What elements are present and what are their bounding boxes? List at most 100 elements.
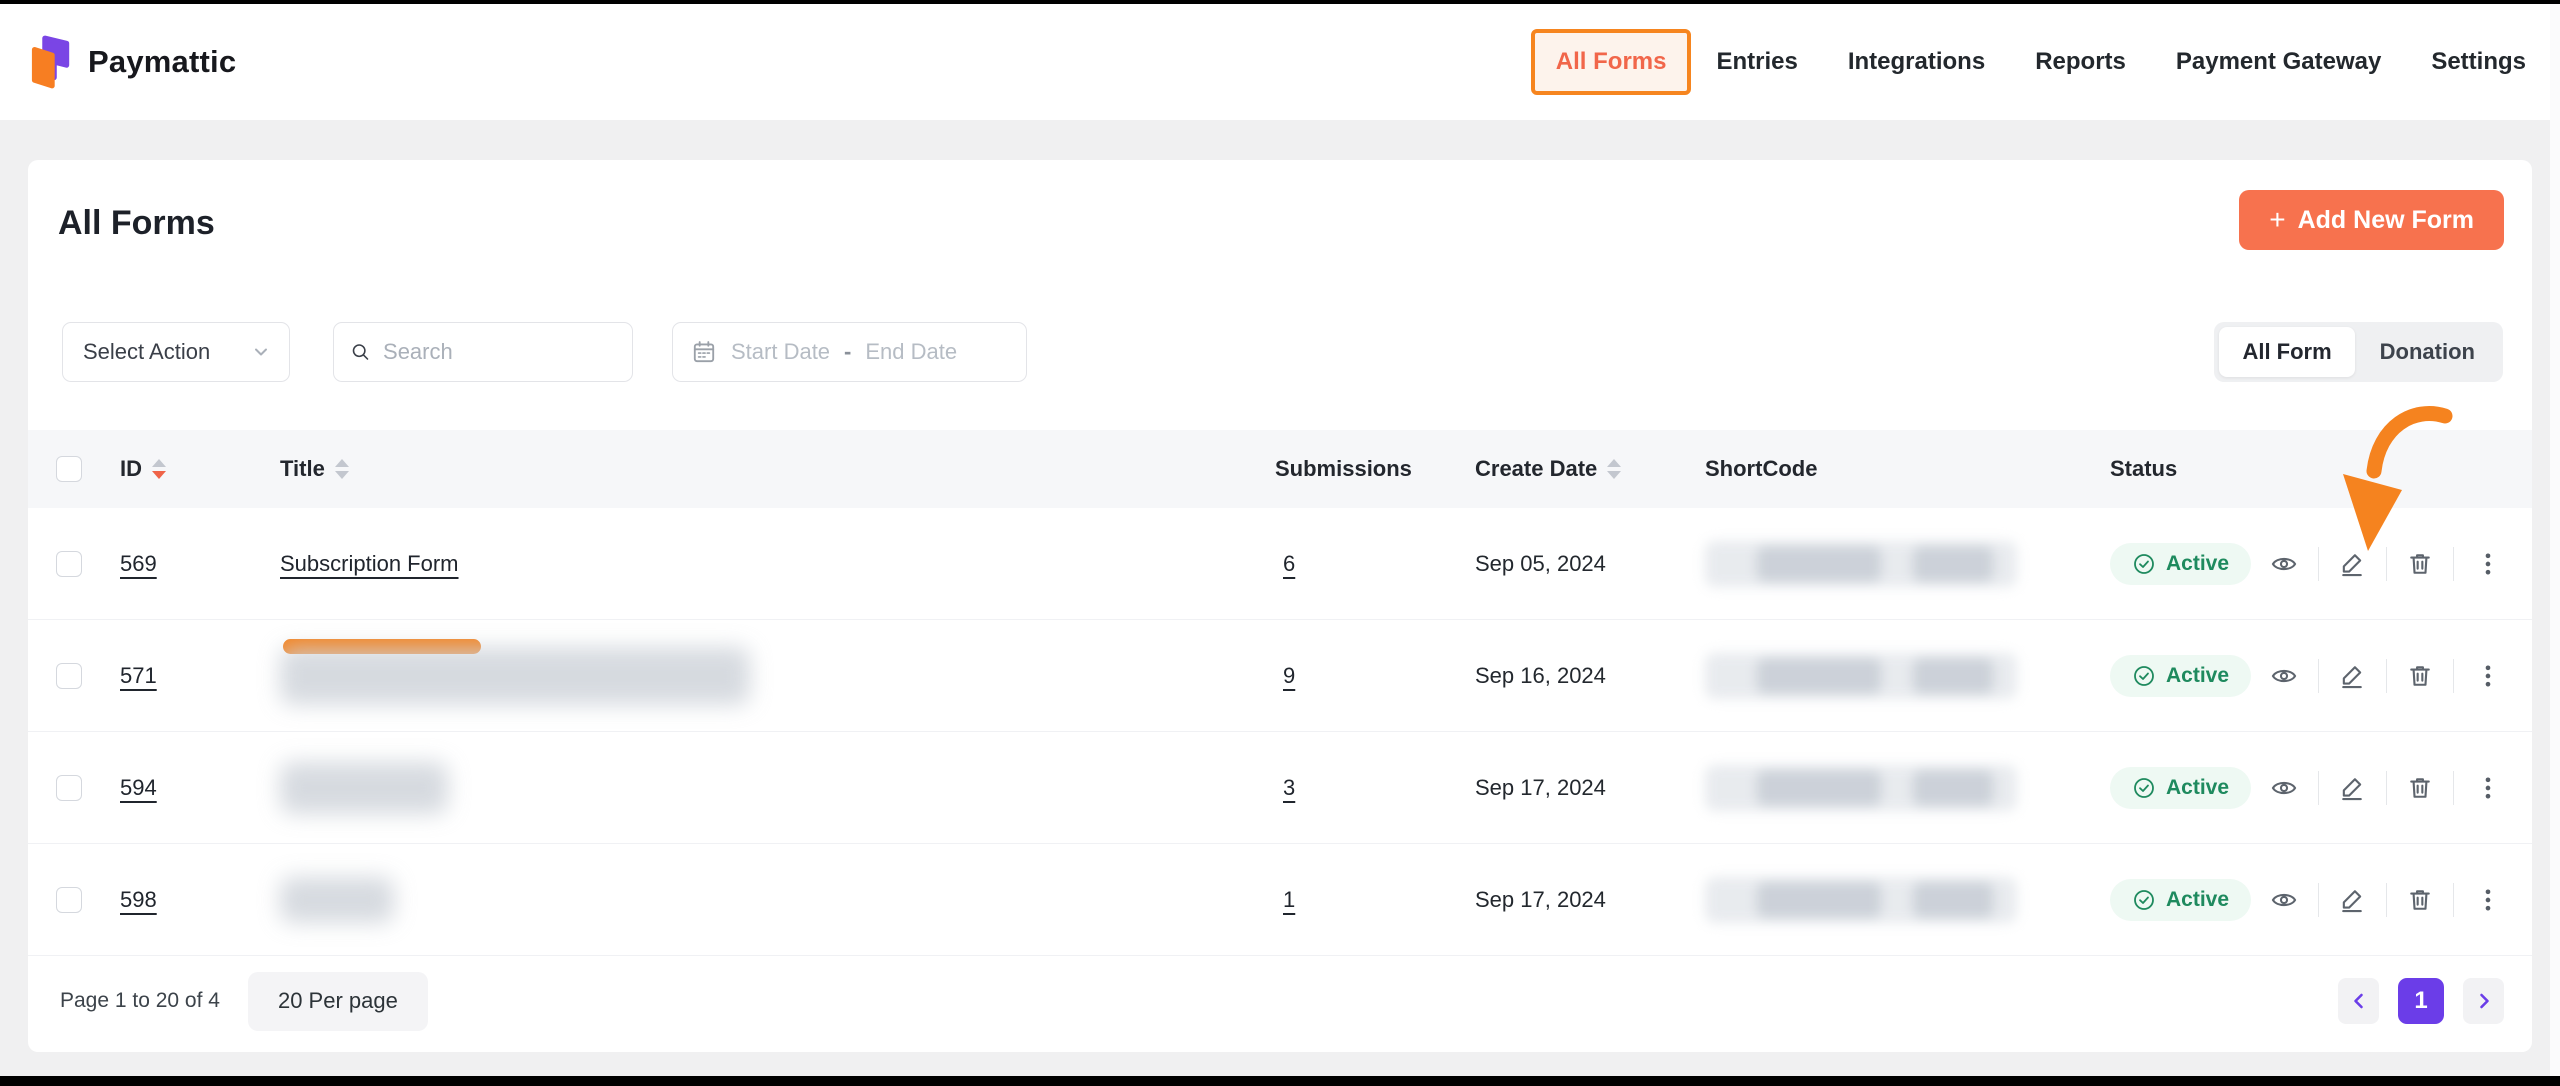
create-date-value: Sep 17, 2024 <box>1475 887 1705 913</box>
shortcode-redacted <box>1705 877 2017 923</box>
view-icon[interactable] <box>2270 661 2299 691</box>
view-icon[interactable] <box>2270 773 2299 803</box>
delete-icon[interactable] <box>2405 885 2434 915</box>
status-badge: Active <box>2110 879 2251 921</box>
divider <box>2318 659 2319 693</box>
table-footer: Page 1 to 20 of 4 20 Per page 1 <box>28 956 2532 1052</box>
create-date-value: Sep 05, 2024 <box>1475 551 1705 577</box>
column-header-submissions: Submissions <box>1275 456 1475 482</box>
divider <box>2453 659 2454 693</box>
check-circle-icon <box>2132 888 2156 912</box>
delete-icon[interactable] <box>2405 661 2434 691</box>
search-icon <box>350 340 371 364</box>
title-redacted <box>280 877 394 923</box>
divider <box>2386 659 2387 693</box>
column-header-title[interactable]: Title <box>280 456 1275 482</box>
row-actions <box>2270 883 2504 917</box>
sort-asc-icon <box>335 459 349 467</box>
edit-icon[interactable] <box>2338 661 2367 691</box>
nav-item-all-forms[interactable]: All Forms <box>1531 29 1692 95</box>
date-range-picker[interactable]: Start Date - End Date <box>672 322 1027 382</box>
plus-icon: + <box>2269 206 2285 234</box>
create-date-value: Sep 16, 2024 <box>1475 663 1705 689</box>
table-row: 598 1 Sep 17, 2024 Active <box>28 844 2532 956</box>
title-redacted <box>280 762 448 814</box>
kebab-menu-icon[interactable] <box>2473 773 2502 803</box>
check-circle-icon <box>2132 776 2156 800</box>
toggle-all-form[interactable]: All Form <box>2219 327 2354 377</box>
submissions-link[interactable]: 3 <box>1283 775 1295 801</box>
shortcode-redacted <box>1705 765 2017 811</box>
row-actions <box>2270 771 2504 805</box>
row-checkbox[interactable] <box>56 551 82 577</box>
per-page-selector[interactable]: 20 Per page <box>248 972 428 1031</box>
edit-icon[interactable] <box>2338 885 2367 915</box>
forms-table: ID Title Submissions Create Date <box>28 430 2532 956</box>
current-page-button[interactable]: 1 <box>2398 978 2444 1024</box>
status-badge: Active <box>2110 655 2251 697</box>
row-checkbox[interactable] <box>56 663 82 689</box>
form-id-link[interactable]: 569 <box>120 551 157 577</box>
table-row: 594 3 Sep 17, 2024 Active <box>28 732 2532 844</box>
form-id-link[interactable]: 598 <box>120 887 157 913</box>
toggle-donation[interactable]: Donation <box>2357 327 2498 377</box>
end-date-placeholder: End Date <box>865 339 957 365</box>
divider <box>2453 883 2454 917</box>
search-input[interactable] <box>383 339 616 365</box>
select-all-cell <box>56 456 120 482</box>
status-badge: Active <box>2110 543 2251 585</box>
submissions-link[interactable]: 9 <box>1283 663 1295 689</box>
column-header-id[interactable]: ID <box>120 456 280 482</box>
kebab-menu-icon[interactable] <box>2473 661 2502 691</box>
form-id-link[interactable]: 571 <box>120 663 157 689</box>
delete-icon[interactable] <box>2405 773 2434 803</box>
sort-icons-id <box>152 459 166 479</box>
table-header-row: ID Title Submissions Create Date <box>28 430 2532 508</box>
scrollbar-track[interactable] <box>2550 4 2560 1076</box>
kebab-menu-icon[interactable] <box>2473 549 2502 579</box>
divider <box>2453 771 2454 805</box>
sort-desc-icon <box>1607 471 1621 479</box>
shortcode-redacted <box>1705 541 2017 587</box>
shortcode-redacted <box>1705 653 2017 699</box>
divider <box>2318 547 2319 581</box>
next-page-button[interactable] <box>2463 978 2504 1024</box>
sort-desc-icon <box>152 471 166 479</box>
table-row: 569 Subscription Form 6 Sep 05, 2024 Act… <box>28 508 2532 620</box>
nav-item-settings[interactable]: Settings <box>2431 48 2526 76</box>
select-all-checkbox[interactable] <box>56 456 82 482</box>
nav-item-payment-gateway[interactable]: Payment Gateway <box>2176 48 2381 76</box>
title-redacted <box>280 647 750 705</box>
nav-item-reports[interactable]: Reports <box>2035 48 2126 76</box>
row-actions <box>2270 659 2504 693</box>
nav-item-integrations[interactable]: Integrations <box>1848 48 1985 76</box>
view-icon[interactable] <box>2270 885 2299 915</box>
paymattic-all-forms-screen: { "header": { "brand": "Paymattic", "nav… <box>0 0 2560 1086</box>
check-circle-icon <box>2132 552 2156 576</box>
check-circle-icon <box>2132 664 2156 688</box>
app-header: Paymattic All Forms Entries Integrations… <box>0 4 2560 120</box>
form-title-link[interactable]: Subscription Form <box>280 551 459 577</box>
divider <box>2318 771 2319 805</box>
pagination: 1 <box>2338 978 2504 1024</box>
prev-page-button[interactable] <box>2338 978 2379 1024</box>
row-checkbox[interactable] <box>56 775 82 801</box>
search-field[interactable] <box>333 322 633 382</box>
create-date-value: Sep 17, 2024 <box>1475 775 1705 801</box>
select-action-dropdown[interactable]: Select Action <box>62 322 290 382</box>
top-edge-bar <box>0 0 2560 4</box>
column-header-create-date[interactable]: Create Date <box>1475 456 1705 482</box>
add-new-form-button[interactable]: + Add New Form <box>2239 190 2504 250</box>
edit-icon[interactable] <box>2338 773 2367 803</box>
status-badge: Active <box>2110 767 2251 809</box>
kebab-menu-icon[interactable] <box>2473 885 2502 915</box>
submissions-link[interactable]: 6 <box>1283 551 1295 577</box>
sort-asc-icon <box>1607 459 1621 467</box>
row-checkbox[interactable] <box>56 887 82 913</box>
form-id-link[interactable]: 594 <box>120 775 157 801</box>
view-icon[interactable] <box>2270 549 2299 579</box>
chevron-left-icon <box>2350 991 2368 1011</box>
chevron-right-icon <box>2475 991 2493 1011</box>
nav-item-entries[interactable]: Entries <box>1716 48 1797 76</box>
submissions-link[interactable]: 1 <box>1283 887 1295 913</box>
